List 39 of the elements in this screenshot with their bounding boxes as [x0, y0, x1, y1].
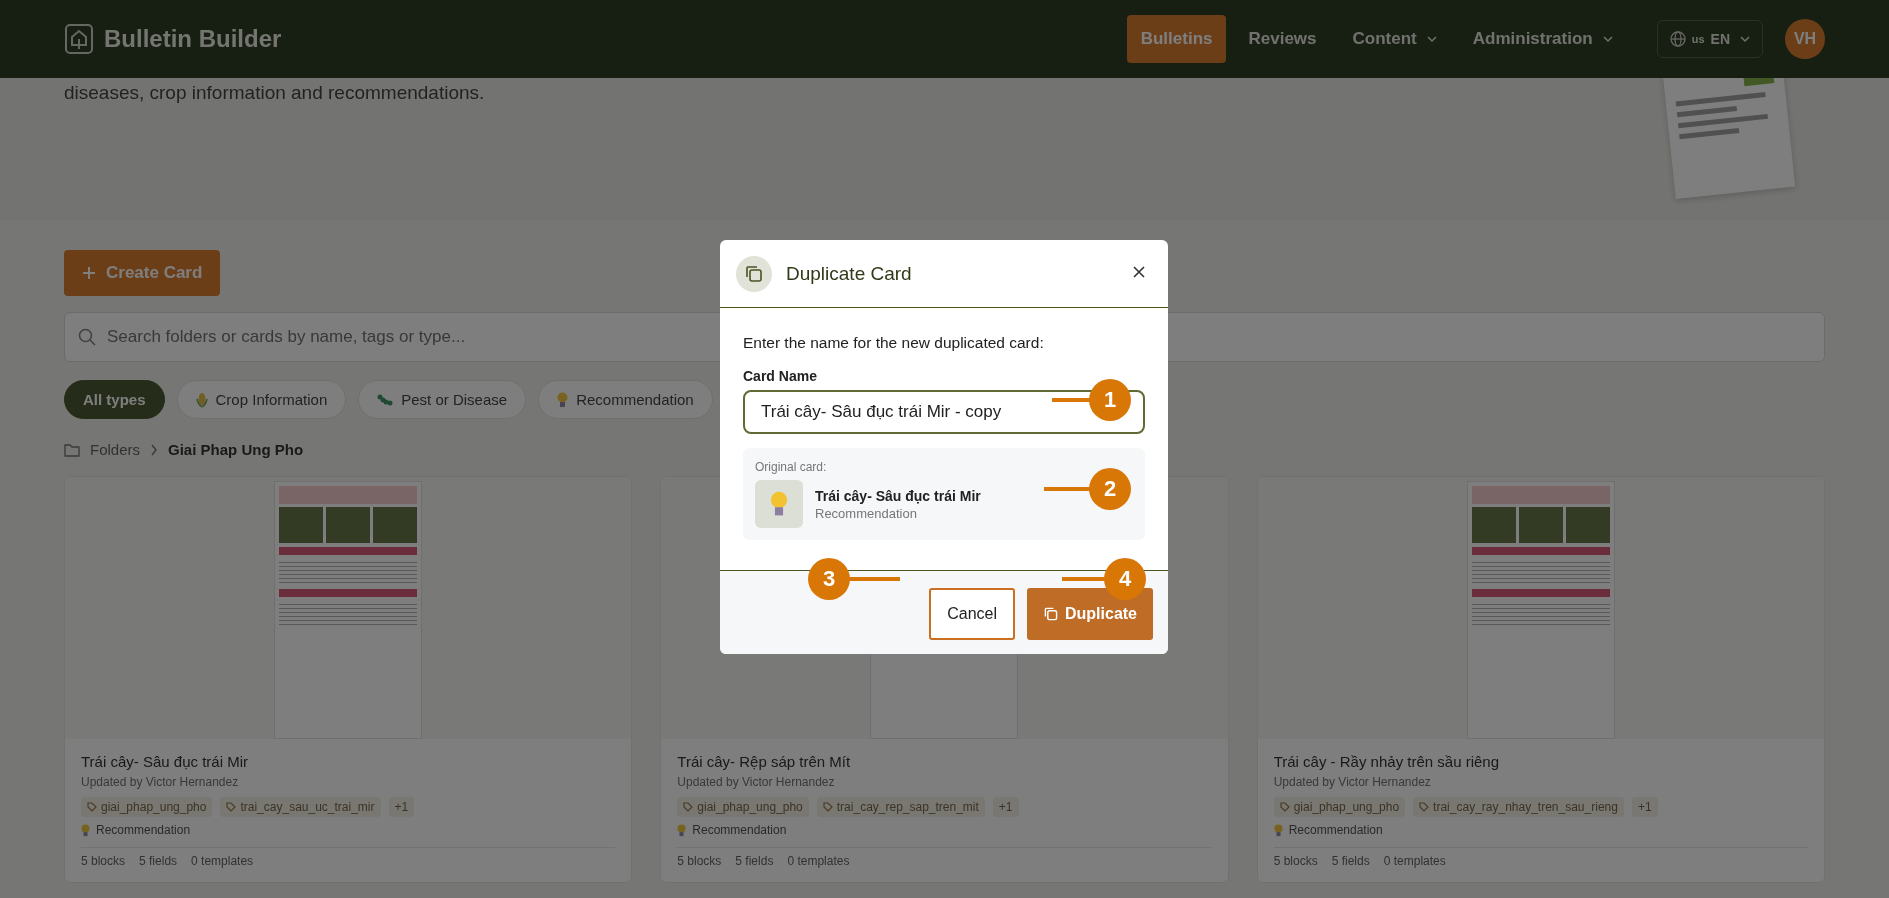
tag-text: trai_cay_ray_nhay_tren_sau_rieng: [1433, 800, 1618, 814]
updated-by: Updated by Victor Hernandez: [81, 775, 240, 789]
card-stat: 5 fields: [735, 854, 774, 868]
more-tags: +1: [388, 797, 415, 817]
field-label: Card Name: [743, 368, 818, 384]
more-tags: +1: [992, 797, 1019, 817]
card-stat: 5 blocks: [81, 854, 126, 868]
more-tags: +1: [1631, 797, 1658, 817]
tag-text: giai_phap_ung_pho: [101, 800, 207, 814]
card-stat: 0 templates: [787, 854, 850, 868]
tag-text: trai_cay_sau_uc_trai_mir: [240, 800, 375, 814]
dialog-prompt: Enter the name for the new duplicated card:: [743, 334, 1045, 352]
tag-text: giai_phap_ung_pho: [1293, 800, 1400, 814]
card-stat: 5 fields: [1331, 854, 1370, 868]
tag-text: giai_phap_ung_pho: [697, 800, 803, 814]
breadcrumb-current: Giai Phap Ung Pho: [168, 441, 304, 458]
original-card-label: Original card:: [755, 460, 828, 474]
updated-by: Updated by Victor Hernandez: [677, 775, 836, 789]
original-card-title: Trái cây- Sâu đục trái Mir: [815, 487, 981, 504]
hero-description: diseases, crop information and recommendations.: [64, 81, 486, 104]
original-card-type: Recommendation: [815, 505, 918, 521]
card-stat: 0 templates: [1383, 854, 1446, 868]
card-title: Trái cây- Sâu đục trái Mir: [81, 753, 249, 770]
card-stat: 5 fields: [139, 854, 178, 868]
card-stat: 5 blocks: [1273, 854, 1318, 868]
card-stat: 0 templates: [191, 854, 254, 868]
tag-text: trai_cay_rep_sap_tren_mit: [836, 800, 979, 814]
card-type: Recommendation: [692, 823, 787, 837]
dialog-title: Duplicate Card: [786, 262, 913, 285]
card-title: Trái cây- Rệp sáp trên Mít: [677, 753, 852, 770]
app-name: Bulletin Builder: [104, 25, 282, 53]
callout-number: 1: [1089, 379, 1131, 421]
callout-number: 4: [1104, 558, 1146, 600]
callout-number: 3: [808, 558, 850, 600]
card-title: Trái cây - Rầy nhảy trên sầu riêng: [1273, 753, 1501, 770]
updated-by: Updated by Victor Hernandez: [1273, 775, 1432, 789]
card-stat: 5 blocks: [677, 854, 722, 868]
card-type: Recommendation: [96, 823, 191, 837]
card-type: Recommendation: [1288, 823, 1383, 837]
